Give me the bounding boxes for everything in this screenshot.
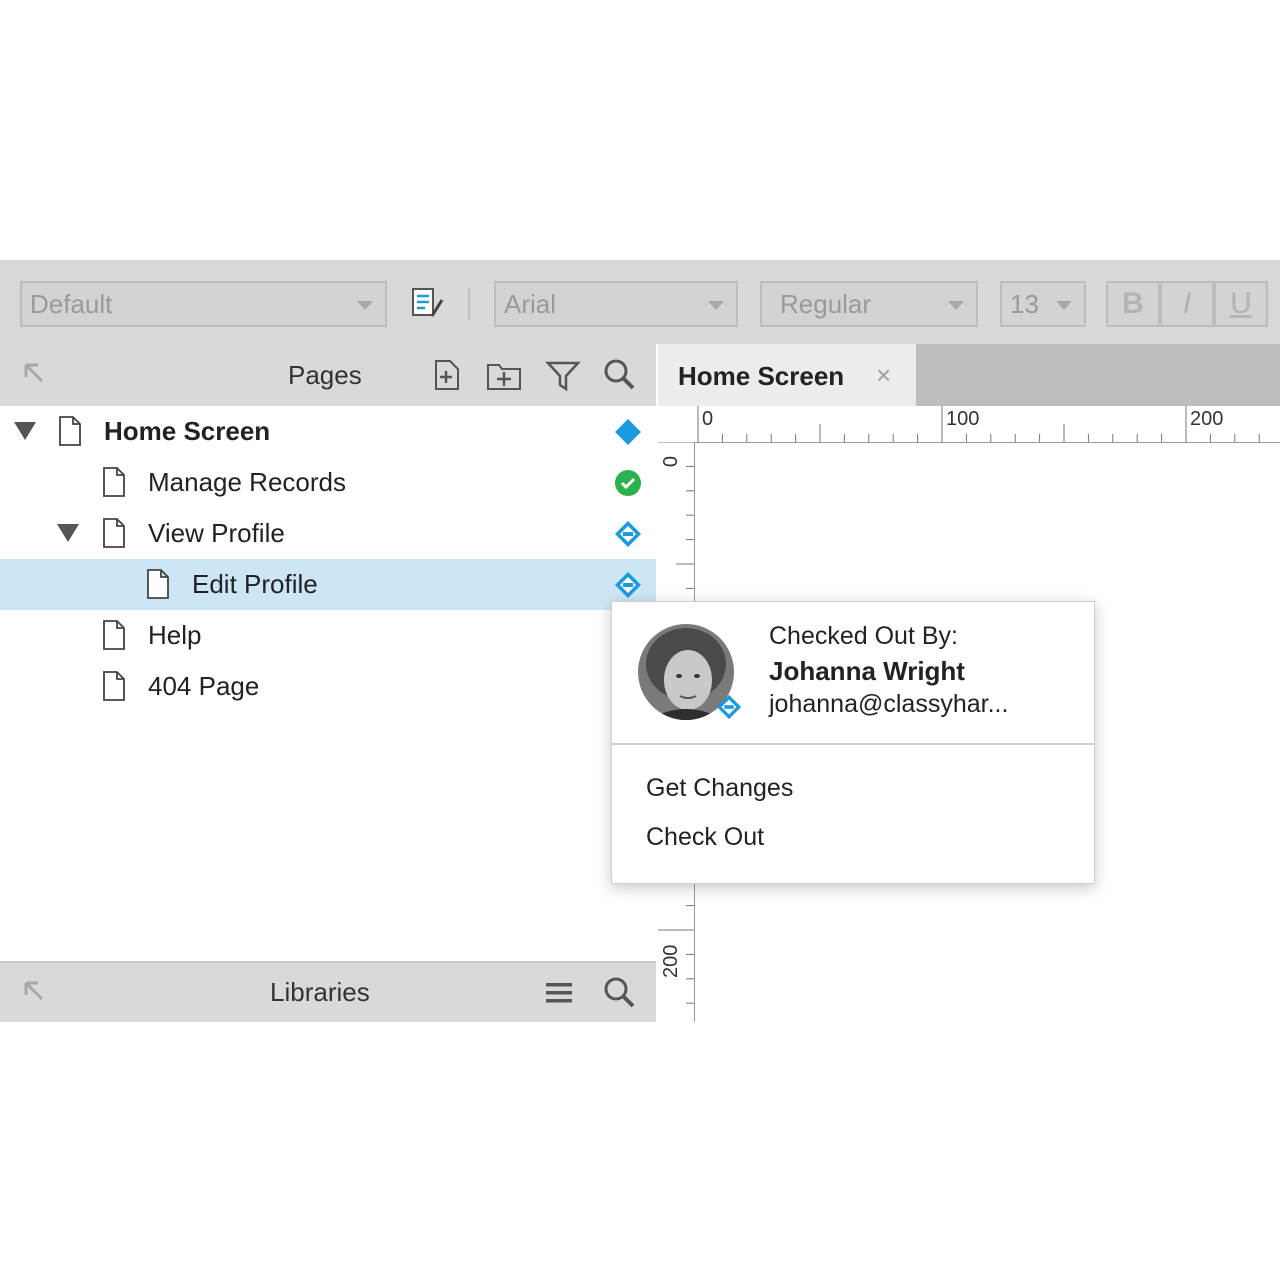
- page-icon: [103, 671, 125, 701]
- checked-out-other-icon: [614, 520, 642, 548]
- user-name: Johanna Wright: [769, 656, 965, 686]
- font-family-dropdown[interactable]: Arial: [494, 281, 738, 327]
- chevron-down-icon: [708, 301, 724, 310]
- chevron-down-icon: [1056, 301, 1072, 310]
- tabs-bar: Home Screen ×: [658, 344, 1280, 406]
- checked-out-label: Checked Out By:: [769, 622, 958, 650]
- add-folder-icon[interactable]: [486, 357, 522, 393]
- chevron-down-icon: [357, 301, 373, 310]
- ruler-label: 100: [946, 408, 980, 430]
- font-size-value: 13: [1010, 289, 1039, 319]
- tab-label: Home Screen: [678, 361, 845, 391]
- menu-icon[interactable]: [542, 975, 578, 1011]
- ruler-label: 200: [660, 944, 682, 978]
- tree-item-label: Home Screen: [104, 416, 271, 446]
- page-icon: [103, 620, 125, 650]
- italic-button[interactable]: I: [1160, 281, 1214, 327]
- tab-home-screen[interactable]: Home Screen ×: [658, 344, 916, 406]
- underline-button[interactable]: U: [1214, 281, 1268, 327]
- user-email: johanna@classyhar...: [769, 690, 1009, 718]
- page-icon: [103, 467, 125, 497]
- collapse-arrow-icon[interactable]: [18, 357, 54, 393]
- tree-item-help[interactable]: Help: [0, 610, 656, 661]
- ruler-label: 0: [658, 456, 680, 468]
- checked-in-icon: [614, 469, 642, 497]
- tree-item-label: View Profile: [148, 518, 285, 548]
- page-icon: [103, 518, 125, 548]
- font-family-value: Arial: [504, 289, 557, 319]
- page-icon: [59, 416, 81, 446]
- expand-triangle-icon[interactable]: [57, 524, 79, 542]
- pages-panel-header: Pages: [0, 344, 656, 406]
- chevron-down-icon: [948, 301, 964, 310]
- libraries-panel-title: Libraries: [270, 977, 370, 1007]
- checked-out-other-icon: [716, 694, 742, 720]
- horizontal-ruler: 0 100 200: [694, 406, 1280, 443]
- collapse-arrow-icon[interactable]: [18, 975, 54, 1011]
- font-size-dropdown[interactable]: 13: [1000, 281, 1086, 327]
- page-icon: [147, 569, 169, 599]
- tree-item-view-profile[interactable]: View Profile: [0, 508, 656, 559]
- libraries-panel-header: Libraries: [0, 961, 656, 1022]
- format-toolbar: Default Arial Regular 13 B I U: [0, 260, 1280, 344]
- style-dropdown[interactable]: Default: [20, 281, 387, 327]
- tree-item-home-screen[interactable]: Home Screen: [0, 406, 656, 457]
- tree-item-label: 404 Page: [148, 671, 260, 701]
- pages-panel-title: Pages: [288, 360, 362, 390]
- search-icon[interactable]: [602, 357, 638, 393]
- ruler-label: 200: [1190, 408, 1224, 430]
- popup-divider: [612, 743, 1094, 745]
- toolbar-separator: [468, 288, 470, 320]
- style-edit-icon[interactable]: [410, 286, 446, 322]
- bold-button[interactable]: B: [1106, 281, 1160, 327]
- tree-item-label: Edit Profile: [192, 569, 318, 599]
- ruler-label: 0: [702, 408, 714, 430]
- add-page-icon[interactable]: [428, 357, 464, 393]
- expand-triangle-icon[interactable]: [14, 422, 36, 440]
- get-changes-menu-item[interactable]: Get Changes: [646, 774, 793, 803]
- check-out-menu-item[interactable]: Check Out: [646, 823, 764, 852]
- tree-item-label: Manage Records: [148, 467, 346, 497]
- checked-out-diamond-icon: [614, 418, 642, 446]
- close-icon[interactable]: ×: [876, 344, 891, 406]
- tree-item-edit-profile[interactable]: Edit Profile: [0, 559, 656, 610]
- filter-icon[interactable]: [545, 357, 581, 393]
- tree-item-manage-records[interactable]: Manage Records: [0, 457, 656, 508]
- tree-item-404-page[interactable]: 404 Page: [0, 661, 656, 712]
- style-dropdown-value: Default: [30, 289, 113, 319]
- search-icon[interactable]: [602, 975, 638, 1011]
- font-weight-value: Regular: [780, 289, 872, 319]
- pages-panel: Pages Home Screen Manage Records View Pr…: [0, 344, 656, 1022]
- checkout-popup: Checked Out By: Johanna Wright johanna@c…: [611, 601, 1095, 884]
- tree-item-label: Help: [148, 620, 202, 650]
- font-weight-dropdown[interactable]: Regular: [760, 281, 978, 327]
- checked-out-other-icon[interactable]: [614, 571, 642, 599]
